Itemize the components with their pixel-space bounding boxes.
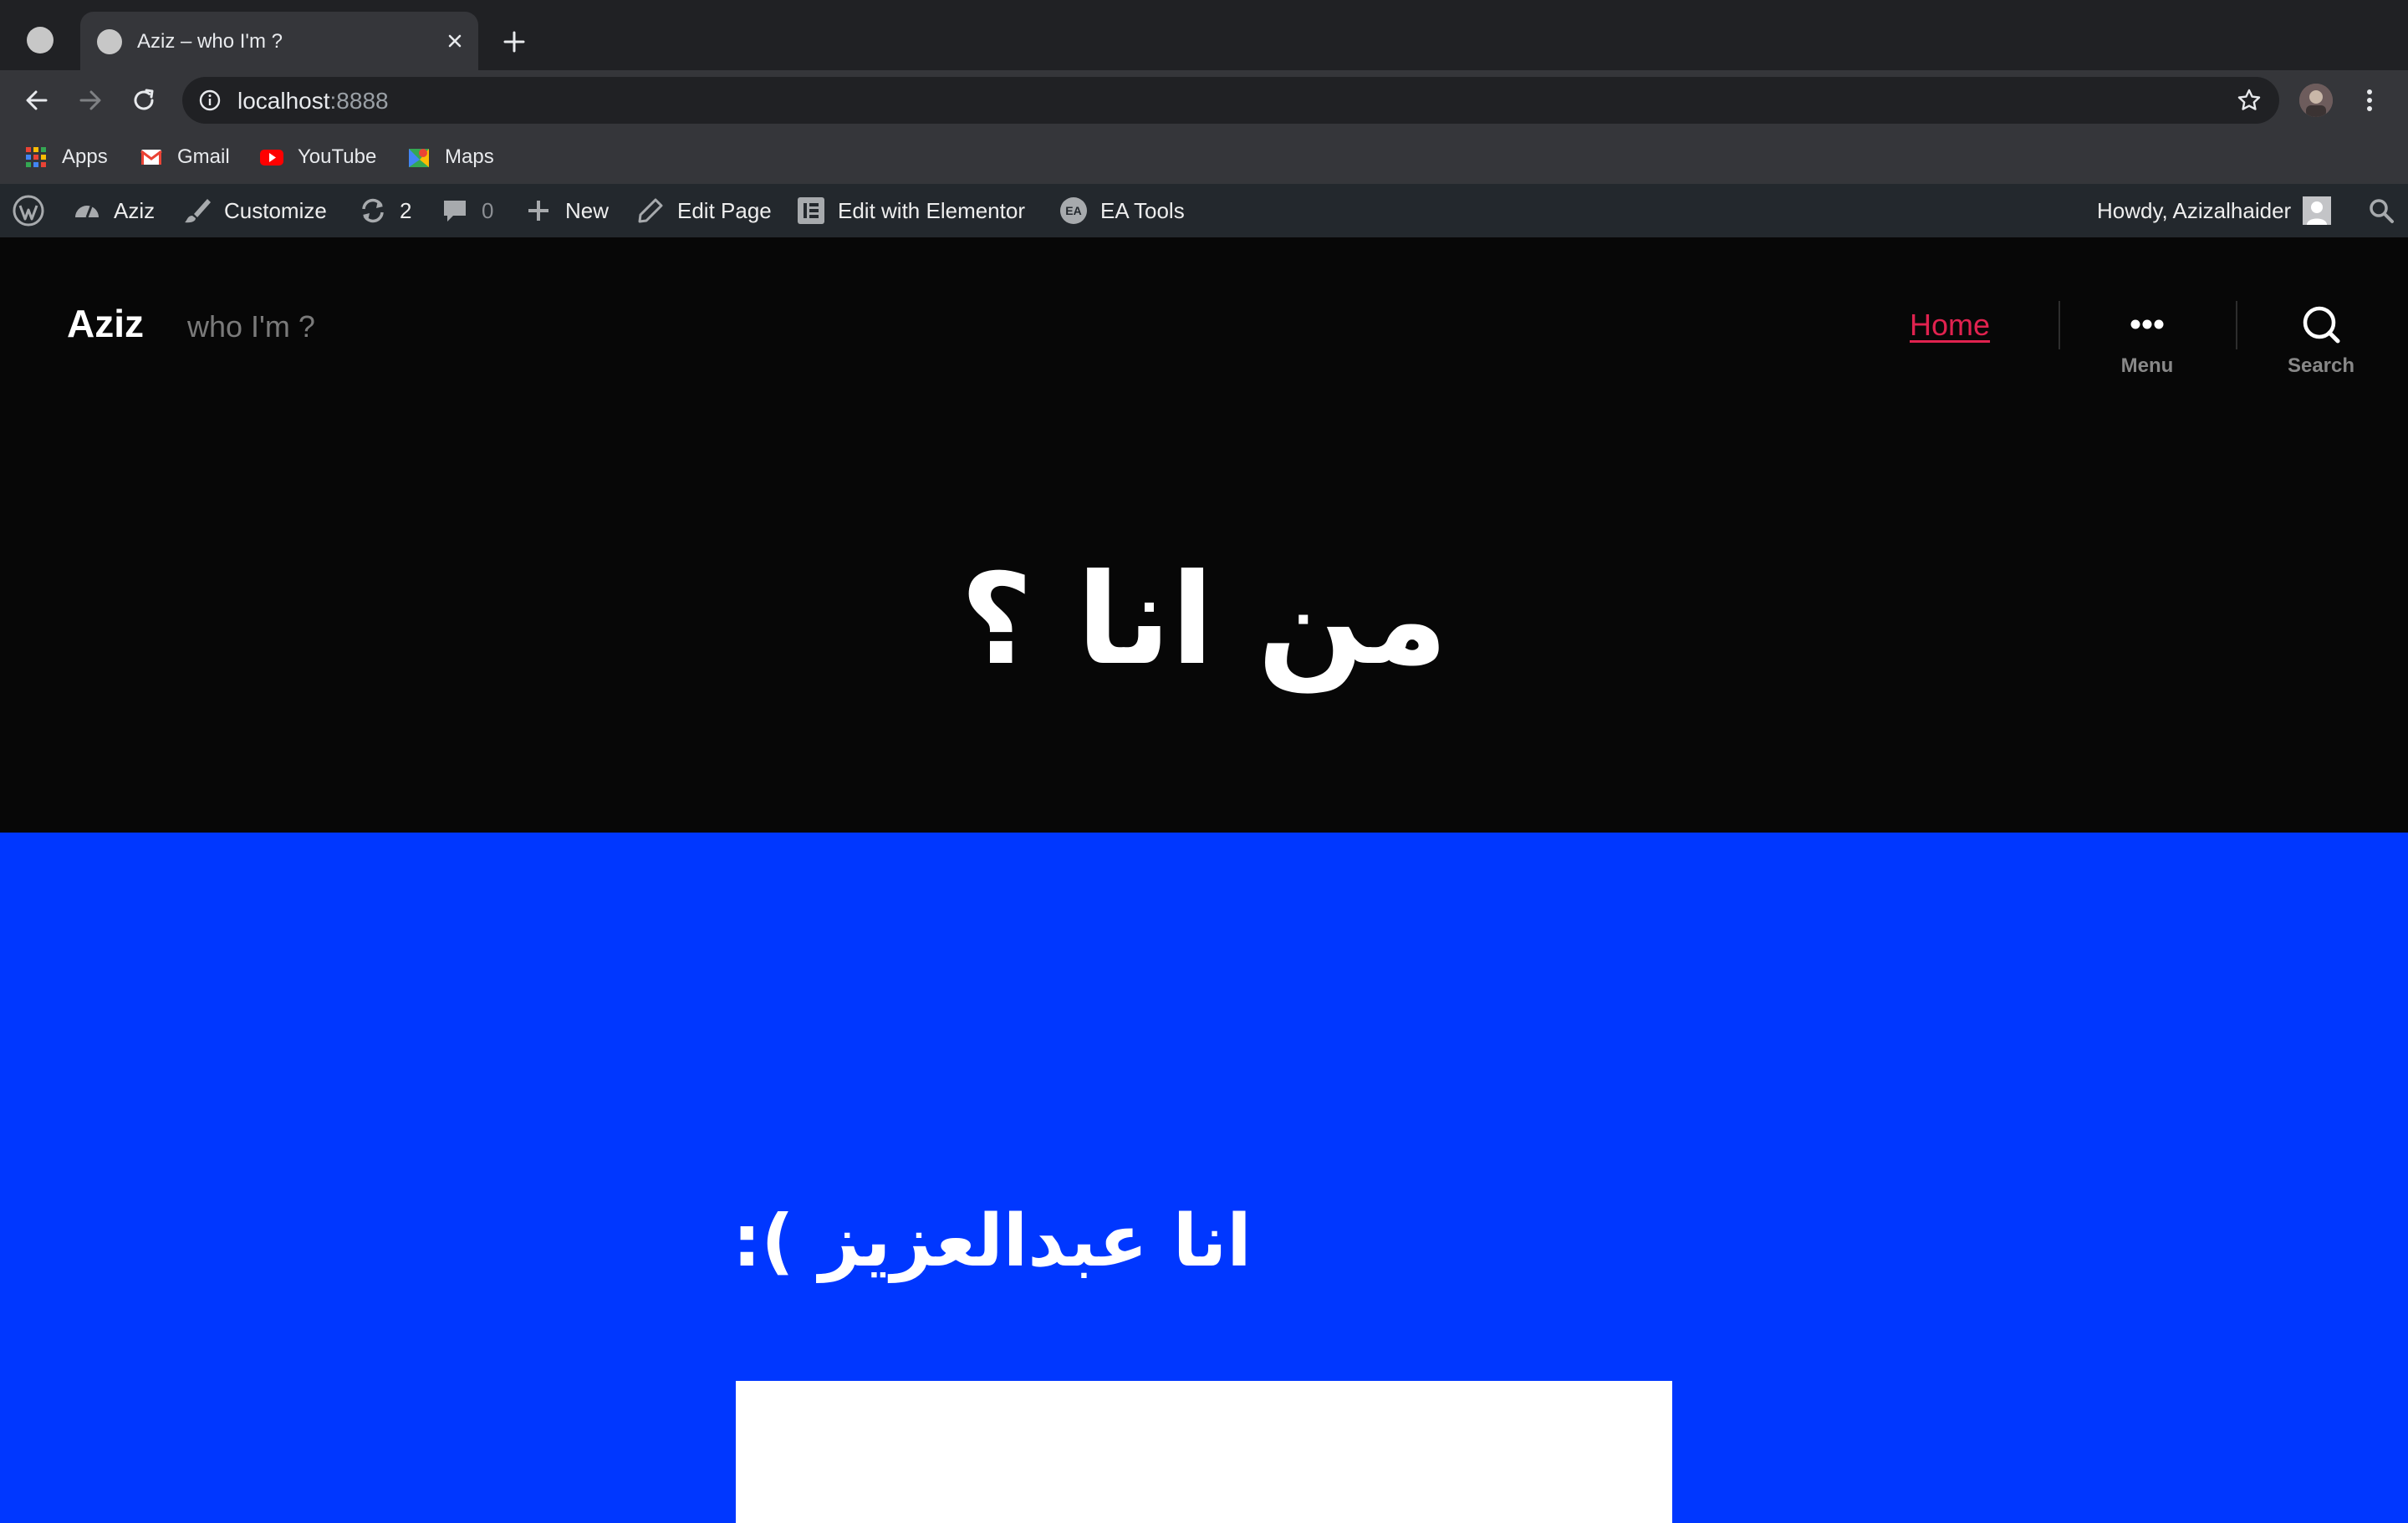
- bookmark-youtube[interactable]: YouTube: [259, 144, 376, 171]
- address-url: localhost:8888: [237, 88, 389, 115]
- close-tab-icon[interactable]: [443, 29, 467, 53]
- adminbar-elementor-label: Edit with Elementor: [838, 197, 1025, 223]
- section-heading: انا عبدالعزيز ):: [732, 1200, 1252, 1283]
- adminbar-updates[interactable]: 2: [358, 184, 411, 237]
- reload-icon[interactable]: [129, 85, 159, 115]
- ea-badge-text: EA: [1065, 204, 1081, 217]
- page-title: من انا ؟: [960, 548, 1448, 693]
- url-port: :8888: [329, 88, 389, 114]
- gmail-icon: [140, 150, 162, 165]
- bookmark-star-icon[interactable]: [2236, 87, 2263, 114]
- wp-logo-menu[interactable]: [12, 184, 45, 237]
- search-toggle-button[interactable]: Search: [2263, 301, 2380, 378]
- bookmark-maps[interactable]: Maps: [406, 144, 494, 171]
- elementor-icon: [798, 197, 824, 224]
- brush-icon: [185, 199, 211, 223]
- updates-icon: [362, 198, 384, 223]
- search-icon: [2303, 306, 2340, 344]
- bookmark-label: Maps: [445, 145, 494, 168]
- wordpress-logo-icon: [13, 195, 44, 227]
- adminbar-ea-tools[interactable]: EA EA Tools: [1059, 184, 1185, 237]
- comment-bubble-icon: [444, 201, 466, 222]
- menu-label: Menu: [2120, 354, 2174, 377]
- user-avatar-icon: [2303, 196, 2332, 225]
- back-arrow-icon[interactable]: [22, 85, 52, 115]
- dashboard-icon: [75, 206, 99, 218]
- adminbar-site-label: Aziz: [114, 197, 156, 223]
- browser-menu-icon[interactable]: [2363, 85, 2376, 115]
- site-info-icon[interactable]: [197, 88, 222, 113]
- new-tab-icon[interactable]: [500, 28, 528, 56]
- adminbar-ea-tools-label: EA Tools: [1100, 197, 1185, 223]
- profile-avatar[interactable]: [2299, 84, 2333, 117]
- adminbar-new-label: New: [565, 197, 610, 223]
- site-header: Aziz who I'm ? Home Menu Search من انا ؟: [0, 237, 2408, 833]
- site-title[interactable]: Aziz: [67, 301, 144, 346]
- url-host: localhost: [237, 88, 330, 114]
- search-label: Search: [2287, 354, 2355, 377]
- adminbar-account[interactable]: Howdy, Azizalhaider: [2097, 184, 2332, 237]
- adminbar-edit-elementor[interactable]: Edit with Elementor: [796, 184, 1025, 237]
- content-card: [736, 1381, 1672, 1523]
- forward-arrow-icon[interactable]: [75, 85, 105, 115]
- maps-icon: [409, 149, 429, 167]
- pencil-icon: [638, 198, 663, 223]
- bookmark-apps[interactable]: Apps: [23, 144, 108, 171]
- wp-admin-bar: Aziz Customize 2 0 New Edit Page Edit wi…: [0, 184, 2408, 237]
- bookmarks-bar: Apps Gmail YouTube Maps: [0, 130, 2408, 184]
- adminbar-comments[interactable]: 0: [440, 184, 493, 237]
- pinned-tab-favicon-icon[interactable]: [27, 27, 54, 53]
- adminbar-search-icon[interactable]: [2366, 196, 2396, 226]
- adminbar-customize-label: Customize: [224, 197, 327, 223]
- header-divider: [2059, 301, 2060, 349]
- adminbar-customize[interactable]: Customize: [182, 184, 327, 237]
- adminbar-edit-page-label: Edit Page: [677, 197, 772, 223]
- address-bar[interactable]: localhost:8888: [182, 77, 2279, 124]
- bookmark-label: YouTube: [298, 145, 377, 168]
- browser-toolbar: localhost:8888: [0, 70, 2408, 130]
- apps-grid-icon: [26, 147, 46, 167]
- site-description: who I'm ?: [187, 309, 315, 344]
- active-tab[interactable]: Aziz – who I'm ?: [80, 12, 478, 70]
- adminbar-new[interactable]: New: [523, 184, 609, 237]
- ea-tools-icon: EA: [1060, 197, 1087, 224]
- content-section: انا عبدالعزيز ):: [0, 833, 2408, 1523]
- updates-count: 2: [400, 197, 412, 223]
- more-dots-icon: [2130, 319, 2164, 329]
- comments-count: 0: [482, 197, 494, 223]
- bookmark-label: Gmail: [177, 145, 230, 168]
- browser-tab-strip: Aziz – who I'm ?: [0, 0, 2408, 70]
- menu-toggle-button[interactable]: Menu: [2089, 301, 2206, 378]
- adminbar-site-name[interactable]: Aziz: [72, 184, 155, 237]
- youtube-icon: [260, 150, 283, 166]
- howdy-label: Howdy, Azizalhaider: [2097, 197, 2292, 223]
- bookmark-label: Apps: [62, 145, 108, 168]
- tab-favicon-icon: [97, 29, 122, 54]
- plus-icon: [528, 201, 548, 221]
- header-divider: [2236, 301, 2237, 349]
- tab-title: Aziz – who I'm ?: [137, 30, 283, 53]
- nav-link-home[interactable]: Home: [1910, 308, 1990, 343]
- bookmark-gmail[interactable]: Gmail: [139, 144, 230, 171]
- adminbar-edit-page[interactable]: Edit Page: [635, 184, 772, 237]
- profile-photo-icon: [2299, 84, 2333, 117]
